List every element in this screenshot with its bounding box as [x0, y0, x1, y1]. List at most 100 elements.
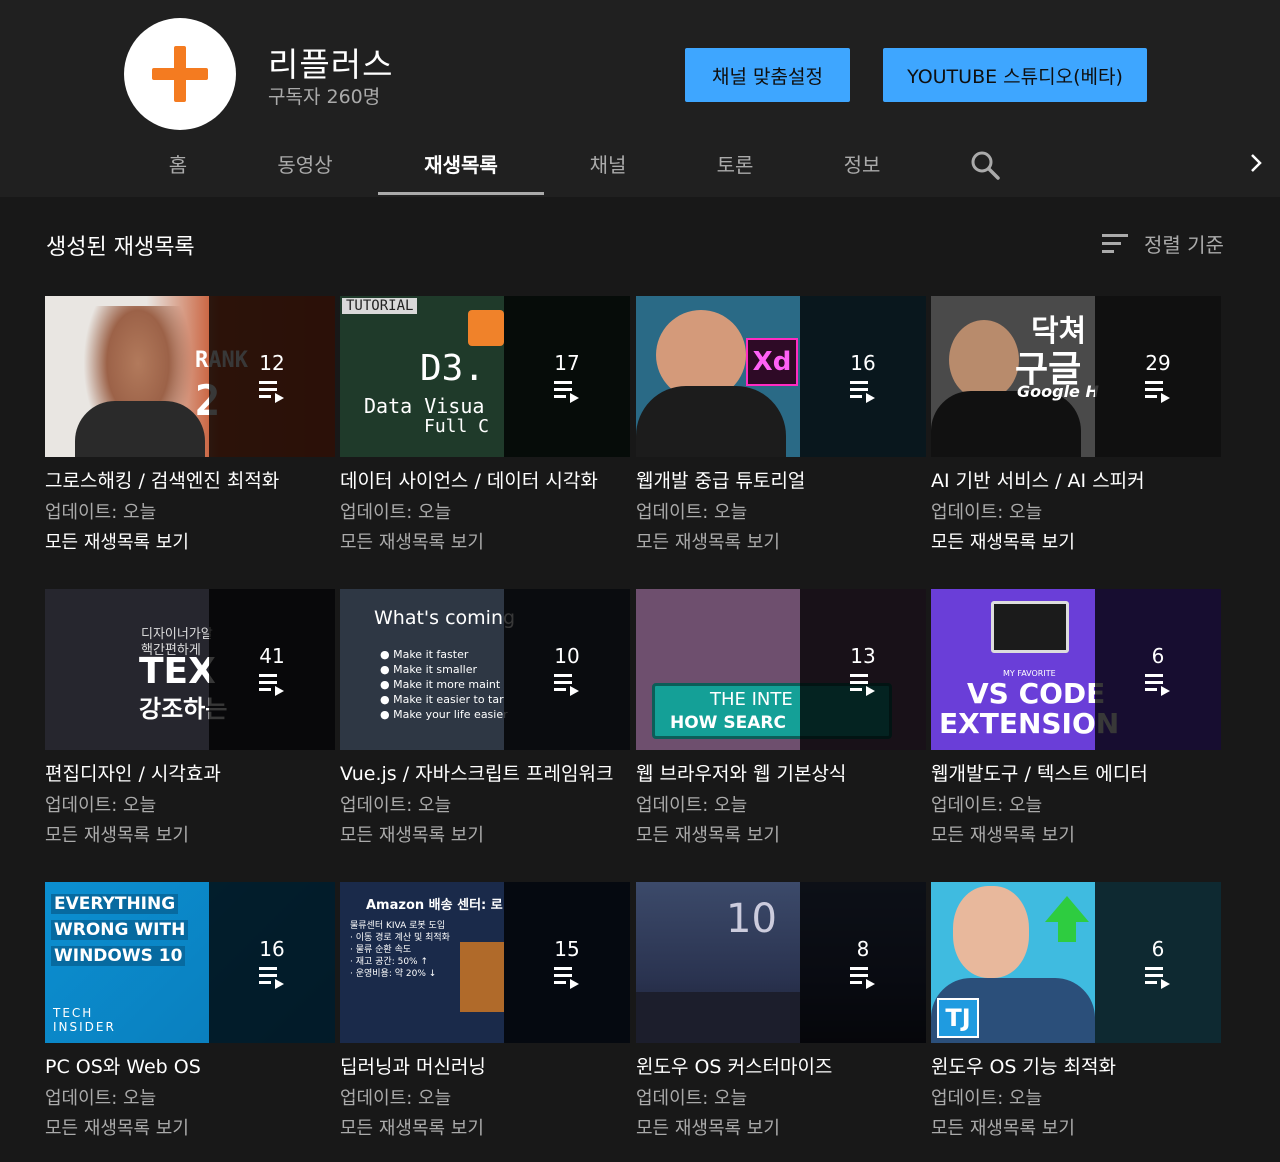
- thumbnail-subtext: Full C: [424, 416, 490, 437]
- view-full-playlist-link[interactable]: 모든 재생목록 보기: [45, 528, 335, 558]
- thumbnail-subtext: ● Make it faster ● Make it smaller ● Make …: [380, 648, 508, 721]
- tab-playlists[interactable]: 재생목록: [378, 140, 544, 195]
- tab-discussion[interactable]: 토론: [695, 140, 775, 197]
- thumbnail-subtext: Google H: [1017, 382, 1099, 401]
- video-count: 10: [554, 643, 580, 668]
- view-full-playlist-link[interactable]: 모든 재생목록 보기: [340, 528, 630, 558]
- playlist-thumbnail[interactable]: MY FAVORITE VS CODE EXTENSION 6: [931, 589, 1221, 750]
- playlist-title[interactable]: 딥러닝과 머신러닝: [340, 1052, 630, 1082]
- playlist-updated: 업데이트: 오늘: [931, 1088, 1043, 1109]
- view-full-playlist-link[interactable]: 모든 재생목록 보기: [931, 821, 1221, 851]
- view-full-playlist-link[interactable]: 모든 재생목록 보기: [636, 528, 926, 558]
- playlist-overlay: 6: [1095, 882, 1221, 1043]
- thumbnail-subtext: 물류센터 KIVA 로봇 도입 · 이동 경로 계산 및 최적화 · 물류 순환 속…: [350, 921, 450, 979]
- video-count: 17: [554, 350, 580, 375]
- playlist-title[interactable]: 웹개발도구 / 텍스트 에디터: [931, 759, 1221, 789]
- thumbnail-text: Amazon 배송 센터: 로: [366, 898, 503, 913]
- playlist-overlay: 16: [800, 296, 926, 457]
- playlist-card[interactable]: 디자이너가알 핵간편하게 TEX 강조하는 41 편집디자인 / 시각효과 업데…: [45, 589, 335, 851]
- plus-icon-vertical: [174, 46, 186, 102]
- channel-avatar[interactable]: [124, 18, 236, 130]
- playlist-thumbnail[interactable]: THE INTE HOW SEARC 13: [636, 589, 926, 750]
- playlist-card[interactable]: THE INTE HOW SEARC 13 웹 브라우저와 웹 기본상식 업데이…: [636, 589, 926, 851]
- video-count: 16: [259, 936, 285, 961]
- tab-videos[interactable]: 동영상: [255, 140, 355, 197]
- playlist-thumbnail[interactable]: RANK 2 12: [45, 296, 335, 457]
- playlist-updated: 업데이트: 오늘: [340, 795, 452, 816]
- playlist-thumbnail[interactable]: Xd 16: [636, 296, 926, 457]
- playlist-title[interactable]: 그로스해킹 / 검색엔진 최적화: [45, 466, 335, 496]
- playlist-card[interactable]: TJ 6 윈도우 OS 기능 최적화 업데이트: 오늘 모든 재생목록 보기: [931, 882, 1221, 1144]
- playlist-card[interactable]: MY FAVORITE VS CODE EXTENSION 6 웹개발도구 / …: [931, 589, 1221, 851]
- view-full-playlist-link[interactable]: 모든 재생목록 보기: [931, 1114, 1221, 1144]
- tab-about[interactable]: 정보: [822, 140, 902, 197]
- playlist-overlay: 8: [800, 882, 926, 1043]
- tj-logo-icon: TJ: [937, 998, 979, 1038]
- playlist-card[interactable]: EVERYTHING WRONG WITH WINDOWS 10 TECH INS…: [45, 882, 335, 1144]
- view-full-playlist-link[interactable]: 모든 재생목록 보기: [45, 1114, 335, 1144]
- playlist-title[interactable]: Vue.js / 자바스크립트 프레임워크: [340, 759, 630, 789]
- playlist-title[interactable]: PC OS와 Web OS: [45, 1052, 335, 1082]
- playlist-thumbnail[interactable]: EVERYTHING WRONG WITH WINDOWS 10 TECH INS…: [45, 882, 335, 1043]
- playlist-thumbnail[interactable]: What's coming ● Make it faster ● Make it …: [340, 589, 630, 750]
- playlist-icon: [1145, 380, 1171, 403]
- view-full-playlist-link[interactable]: 모든 재생목록 보기: [636, 1114, 926, 1144]
- playlist-thumbnail[interactable]: 닥쳐 구글 Google H 29: [931, 296, 1221, 457]
- playlist-thumbnail[interactable]: TJ 6: [931, 882, 1221, 1043]
- playlist-card[interactable]: What's coming ● Make it faster ● Make it …: [340, 589, 630, 851]
- view-full-playlist-link[interactable]: 모든 재생목록 보기: [45, 821, 335, 851]
- playlist-icon: [554, 380, 580, 403]
- playlist-card[interactable]: RANK 2 12 그로스해킹 / 검색엔진 최적화 업데이트: 오늘 모든 재…: [45, 296, 335, 558]
- playlist-card[interactable]: 닥쳐 구글 Google H 29 AI 기반 서비스 / AI 스피커 업데이…: [931, 296, 1221, 558]
- playlist-thumbnail[interactable]: 디자이너가알 핵간편하게 TEX 강조하는 41: [45, 589, 335, 750]
- video-count: 6: [1151, 643, 1165, 668]
- playlist-overlay: 15: [504, 882, 630, 1043]
- playlist-thumbnail[interactable]: Amazon 배송 센터: 로 물류센터 KIVA 로봇 도입 · 이동 경로 계…: [340, 882, 630, 1043]
- chevron-right-icon[interactable]: [1244, 151, 1268, 175]
- view-full-playlist-link[interactable]: 모든 재생목록 보기: [636, 821, 926, 851]
- view-full-playlist-link[interactable]: 모든 재생목록 보기: [931, 528, 1221, 558]
- playlist-icon: [850, 380, 876, 403]
- video-count: 8: [856, 936, 870, 961]
- playlist-card[interactable]: Amazon 배송 센터: 로 물류센터 KIVA 로봇 도입 · 이동 경로 계…: [340, 882, 630, 1144]
- playlist-thumbnail[interactable]: 10 8: [636, 882, 926, 1043]
- video-count: 29: [1145, 350, 1171, 375]
- playlist-card[interactable]: TUTORIAL D3. Data Visua Full C 17 데이터 사이…: [340, 296, 630, 558]
- tab-home[interactable]: 홈: [148, 140, 208, 197]
- youtube-studio-button[interactable]: YOUTUBE 스튜디오(베타): [883, 48, 1147, 102]
- thumbnail-text: WRONG WITH: [51, 920, 189, 940]
- playlist-icon: [850, 673, 876, 696]
- playlist-title[interactable]: 윈도우 OS 기능 최적화: [931, 1052, 1221, 1082]
- playlist-card[interactable]: Xd 16 웹개발 중급 튜토리얼 업데이트: 오늘 모든 재생목록 보기: [636, 296, 926, 558]
- playlist-title[interactable]: 윈도우 OS 커스터마이즈: [636, 1052, 926, 1082]
- sort-button[interactable]: 정렬 기준: [1100, 228, 1224, 258]
- playlist-icon: [259, 380, 285, 403]
- sort-label: 정렬 기준: [1144, 232, 1224, 257]
- playlist-title[interactable]: AI 기반 서비스 / AI 스피커: [931, 466, 1221, 496]
- playlist-updated: 업데이트: 오늘: [45, 502, 157, 523]
- playlist-icon: [850, 966, 876, 989]
- playlist-title[interactable]: 편집디자인 / 시각효과: [45, 759, 335, 789]
- channel-tabs: 홈 동영상 재생목록 채널 토론 정보: [0, 140, 1280, 197]
- playlist-updated: 업데이트: 오늘: [340, 1088, 452, 1109]
- playlist-title[interactable]: 데이터 사이언스 / 데이터 시각화: [340, 466, 630, 496]
- playlist-overlay: 41: [209, 589, 335, 750]
- view-full-playlist-link[interactable]: 모든 재생목록 보기: [340, 1114, 630, 1144]
- thumbnail-subtext: THE INTE: [710, 689, 793, 710]
- playlist-updated: 업데이트: 오늘: [636, 795, 748, 816]
- thumbnail-text: HOW SEARC: [670, 713, 786, 733]
- tab-channels[interactable]: 채널: [568, 140, 648, 197]
- view-full-playlist-link[interactable]: 모든 재생목록 보기: [340, 821, 630, 851]
- playlist-overlay: 13: [800, 589, 926, 750]
- playlist-card[interactable]: 10 8 윈도우 OS 커스터마이즈 업데이트: 오늘 모든 재생목록 보기: [636, 882, 926, 1144]
- channel-header: 리플러스 구독자 260명 채널 맞춤설정 YOUTUBE 스튜디오(베타) 홈…: [0, 0, 1280, 197]
- playlist-overlay: 17: [504, 296, 630, 457]
- customize-channel-button[interactable]: 채널 맞춤설정: [685, 48, 850, 102]
- playlist-updated: 업데이트: 오늘: [636, 1088, 748, 1109]
- search-icon[interactable]: [968, 148, 1002, 182]
- playlist-icon: [259, 966, 285, 989]
- playlist-overlay: 6: [1095, 589, 1221, 750]
- playlist-title[interactable]: 웹 브라우저와 웹 기본상식: [636, 759, 926, 789]
- playlist-title[interactable]: 웹개발 중급 튜토리얼: [636, 466, 926, 496]
- playlist-thumbnail[interactable]: TUTORIAL D3. Data Visua Full C 17: [340, 296, 630, 457]
